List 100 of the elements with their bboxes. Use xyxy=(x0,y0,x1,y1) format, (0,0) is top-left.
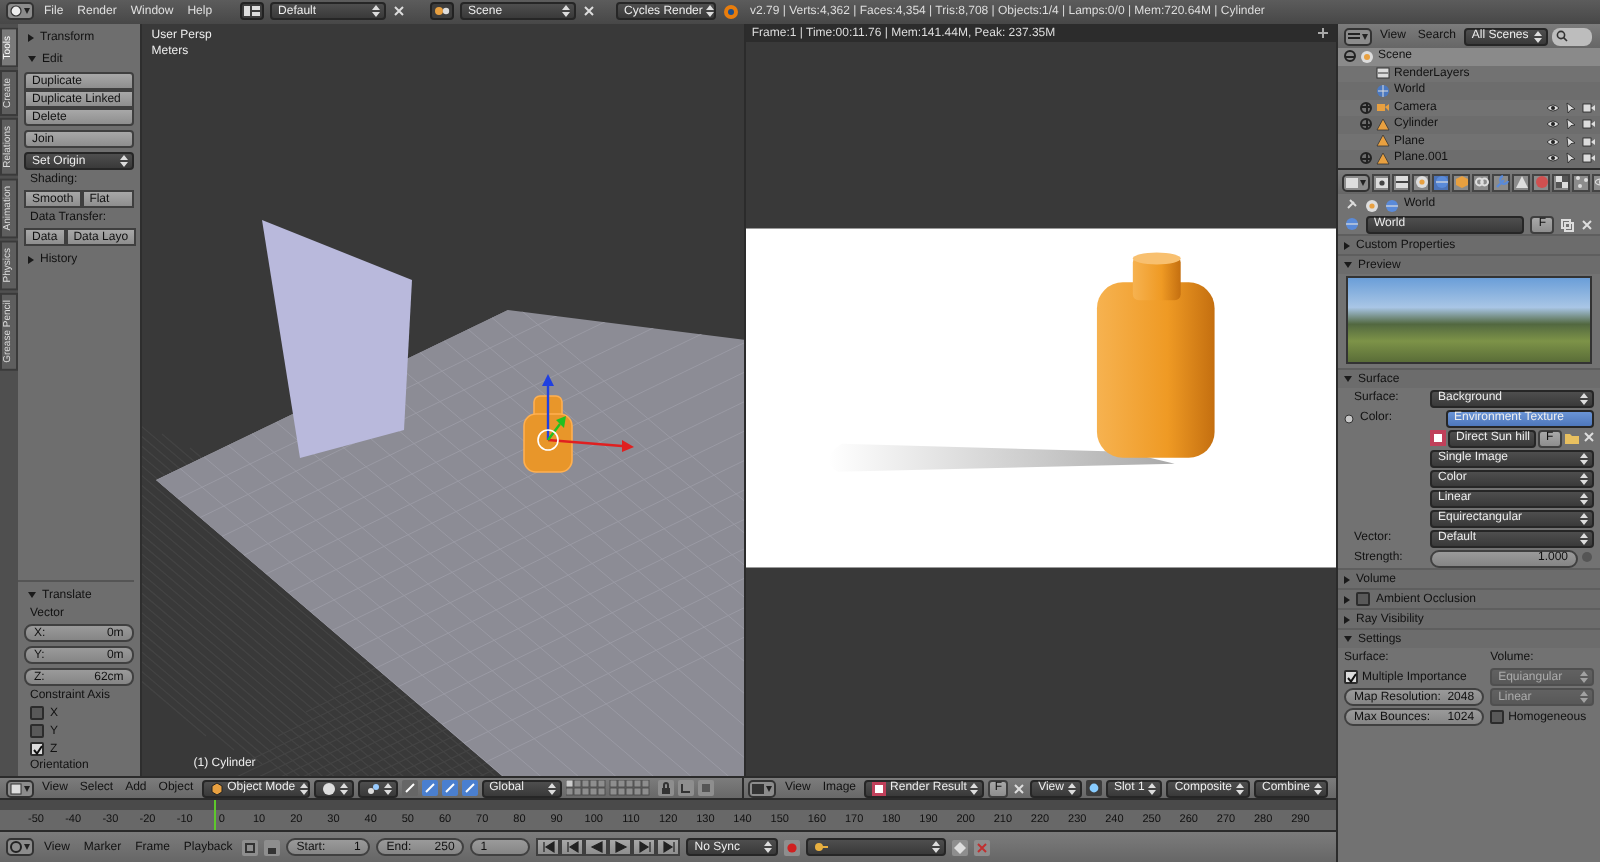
camera-icon[interactable] xyxy=(1582,135,1596,148)
camera-icon[interactable] xyxy=(1582,118,1596,131)
properties-tab[interactable] xyxy=(1452,173,1470,191)
eye-icon[interactable] xyxy=(1546,135,1560,148)
current-frame-line[interactable] xyxy=(213,800,216,830)
layer-grid[interactable] xyxy=(565,780,654,796)
properties-tab[interactable] xyxy=(1392,173,1410,191)
updown-arrow-icon[interactable] xyxy=(706,4,715,18)
socket-icon[interactable] xyxy=(1344,413,1354,423)
previous-keyframe-button[interactable] xyxy=(560,838,585,856)
checkbox[interactable] xyxy=(1344,670,1358,684)
close-icon[interactable] xyxy=(1580,217,1594,231)
properties-tab[interactable] xyxy=(1572,173,1590,191)
checkbox[interactable] xyxy=(30,724,44,738)
camera-icon[interactable] xyxy=(1582,101,1596,114)
scene-icon[interactable] xyxy=(430,2,455,20)
updown-arrow-icon[interactable] xyxy=(1533,29,1542,43)
skip-end-button[interactable] xyxy=(656,838,681,856)
editor-type-icon[interactable] xyxy=(6,779,34,797)
info-editor-icon[interactable] xyxy=(6,2,34,20)
expand-toggle-icon[interactable] xyxy=(1360,118,1372,131)
screen-layout-icon[interactable] xyxy=(240,2,265,20)
disclosure-triangle-icon[interactable] xyxy=(28,592,36,598)
preview-range-icon[interactable] xyxy=(242,839,259,855)
updown-arrow-icon[interactable] xyxy=(299,781,308,795)
disclosure-triangle-icon[interactable] xyxy=(28,255,34,263)
updown-arrow-icon[interactable] xyxy=(562,4,571,18)
properties-tab[interactable] xyxy=(1552,173,1570,191)
properties-tab[interactable] xyxy=(1532,173,1550,191)
camera-icon[interactable] xyxy=(1582,152,1596,165)
updown-arrow-icon[interactable] xyxy=(1580,531,1588,545)
updown-arrow-icon[interactable] xyxy=(1580,471,1588,485)
pivot-icon[interactable] xyxy=(365,781,380,795)
updown-arrow-icon[interactable] xyxy=(932,840,941,854)
updown-arrow-icon[interactable] xyxy=(547,781,556,795)
updown-arrow-icon[interactable] xyxy=(119,154,128,168)
properties-tab[interactable] xyxy=(1472,173,1490,191)
expand-toggle-icon[interactable] xyxy=(1344,50,1356,63)
updown-arrow-icon[interactable] xyxy=(1314,781,1323,795)
image-editor-icon[interactable] xyxy=(748,779,777,797)
outliner-editor-icon[interactable] xyxy=(1344,27,1372,45)
checkbox[interactable] xyxy=(1356,592,1370,606)
disclosure-triangle-icon[interactable] xyxy=(28,33,34,41)
play-icon xyxy=(613,840,628,854)
checkbox[interactable] xyxy=(1490,710,1505,724)
lock-icon[interactable] xyxy=(657,780,674,796)
close-icon[interactable] xyxy=(1012,781,1027,795)
shading-dropdown[interactable] xyxy=(313,779,354,797)
updown-arrow-icon[interactable] xyxy=(1067,781,1076,795)
disclosure-triangle-icon[interactable] xyxy=(1344,376,1352,382)
pin-icon[interactable] xyxy=(1344,197,1358,211)
transform-gizmo xyxy=(536,374,634,452)
updown-arrow-icon[interactable] xyxy=(1148,781,1157,795)
updown-arrow-icon[interactable] xyxy=(1580,491,1588,505)
sphere-icon[interactable] xyxy=(321,781,336,795)
eye-icon[interactable] xyxy=(1546,101,1560,114)
updown-arrow-icon[interactable] xyxy=(1236,781,1244,795)
play-button[interactable] xyxy=(608,838,633,856)
properties-tab[interactable] xyxy=(1492,173,1510,191)
next-keyframe-button[interactable] xyxy=(632,838,657,856)
disclosure-triangle-icon[interactable] xyxy=(28,56,36,62)
play-reverse-button[interactable] xyxy=(584,838,609,856)
updown-arrow-icon[interactable] xyxy=(764,840,773,854)
properties-editor-icon[interactable] xyxy=(1342,173,1370,191)
properties-tab[interactable] xyxy=(1372,173,1390,191)
expand-toggle-icon[interactable] xyxy=(1360,152,1372,165)
keying-set-dropdown[interactable] xyxy=(806,838,947,856)
disclosure-triangle-icon[interactable] xyxy=(1344,636,1352,642)
insert-keyframe-icon[interactable] xyxy=(952,839,969,855)
properties-tab[interactable] xyxy=(1432,173,1450,191)
updown-arrow-icon[interactable] xyxy=(1580,451,1588,465)
duplicate-icon[interactable] xyxy=(1560,217,1574,231)
frame-lock-icon[interactable] xyxy=(264,839,281,855)
sphere-icon xyxy=(1533,174,1549,190)
properties-tab[interactable] xyxy=(1512,173,1530,191)
key-icon[interactable] xyxy=(814,840,829,854)
channels-icon[interactable] xyxy=(1085,780,1102,796)
checkbox[interactable] xyxy=(30,706,44,720)
image-icon[interactable] xyxy=(872,781,887,795)
search-field[interactable] xyxy=(1551,27,1592,45)
skip-start-button[interactable] xyxy=(536,838,561,856)
eye-icon[interactable] xyxy=(1546,118,1560,131)
eye-icon[interactable] xyxy=(1546,152,1560,165)
updown-arrow-icon[interactable] xyxy=(970,781,979,795)
timeline-editor-icon[interactable] xyxy=(6,838,34,856)
updown-arrow-icon[interactable] xyxy=(1580,391,1588,405)
close-icon[interactable] xyxy=(582,4,597,18)
close-icon[interactable] xyxy=(1581,429,1596,443)
properties-tab[interactable] xyxy=(1412,173,1430,191)
close-icon[interactable] xyxy=(392,4,407,18)
expand-toggle-icon[interactable] xyxy=(1360,101,1372,114)
disclosure-triangle-icon[interactable] xyxy=(1344,262,1352,268)
updown-arrow-icon[interactable] xyxy=(372,4,381,18)
updown-arrow-icon[interactable] xyxy=(383,781,392,795)
add-icon[interactable] xyxy=(1316,26,1330,40)
snap-icon[interactable] xyxy=(677,780,694,796)
checkbox[interactable] xyxy=(30,742,44,756)
pivot-dropdown[interactable] xyxy=(357,779,398,797)
updown-arrow-icon[interactable] xyxy=(1580,511,1588,525)
updown-arrow-icon[interactable] xyxy=(339,781,348,795)
